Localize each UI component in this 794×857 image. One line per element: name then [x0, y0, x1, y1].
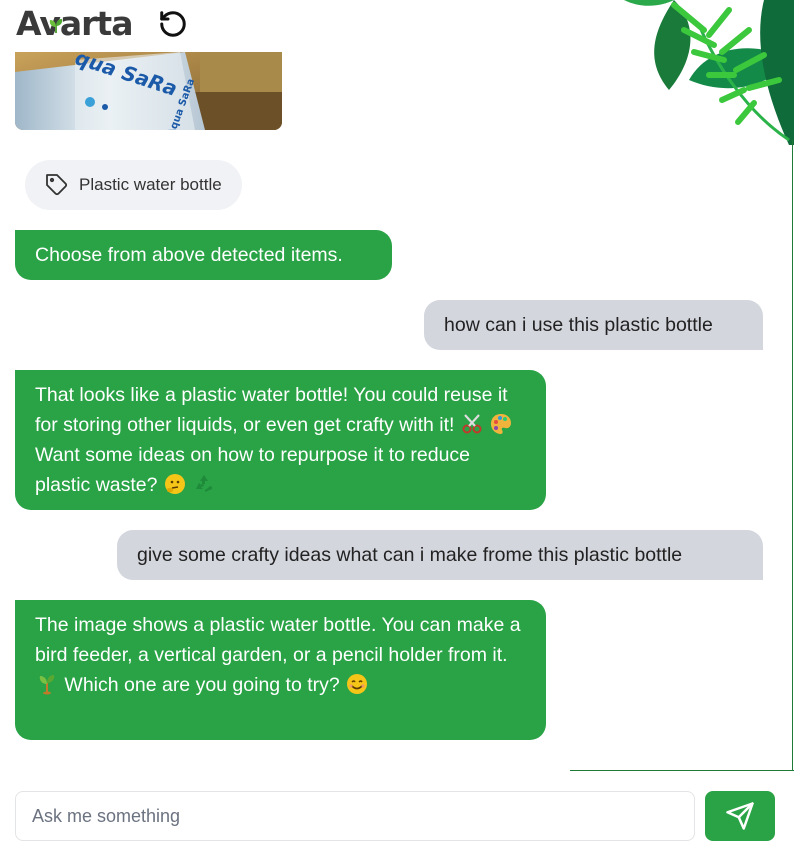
palette-icon [491, 414, 512, 434]
message-text: give some crafty ideas what can i make f… [137, 544, 683, 566]
detected-item-chip[interactable]: Plastic water bottle [25, 160, 242, 210]
frame-border-right [792, 140, 793, 771]
uploaded-image: qua SaRa Aqua SaRa [15, 52, 282, 130]
scissors-icon [462, 414, 482, 434]
chat-input[interactable] [16, 792, 694, 840]
detected-item-label: Plastic water bottle [79, 175, 222, 194]
app-header: Avarta [16, 4, 190, 44]
chat-input-container [15, 791, 695, 841]
message-text-continued: Which one are you going to try? [64, 674, 340, 696]
bot-message: That looks like a plastic water bottle! … [15, 370, 546, 510]
message-text-continued: Want some ideas on how to repurpose it t… [35, 444, 471, 496]
send-icon [726, 802, 754, 830]
bot-message: The image shows a plastic water bottle. … [15, 600, 546, 740]
user-message: how can i use this plastic bottle [424, 300, 763, 350]
message-text: That looks like a plastic water bottle! … [35, 384, 508, 436]
message-text: how can i use this plastic bottle [444, 314, 713, 336]
bot-message: Choose from above detected items. [15, 230, 392, 280]
leaves-decoration [614, 0, 794, 150]
frame-border-bottom [570, 770, 794, 771]
recycle-icon [196, 475, 213, 492]
thinking-face-icon [164, 474, 185, 494]
app-logo[interactable]: Avarta [16, 2, 133, 44]
message-text: Choose from above detected items. [35, 244, 343, 266]
logo-text: Avarta [16, 4, 133, 43]
user-message: give some crafty ideas what can i make f… [117, 530, 763, 580]
smiling-face-icon [347, 674, 368, 694]
send-button[interactable] [705, 791, 775, 841]
reset-button[interactable] [156, 7, 190, 41]
seedling-icon [39, 675, 55, 695]
message-text: The image shows a plastic water bottle. … [35, 614, 521, 666]
tag-icon [46, 174, 68, 196]
rotate-ccw-icon [160, 11, 187, 37]
sprout-icon [48, 2, 64, 42]
